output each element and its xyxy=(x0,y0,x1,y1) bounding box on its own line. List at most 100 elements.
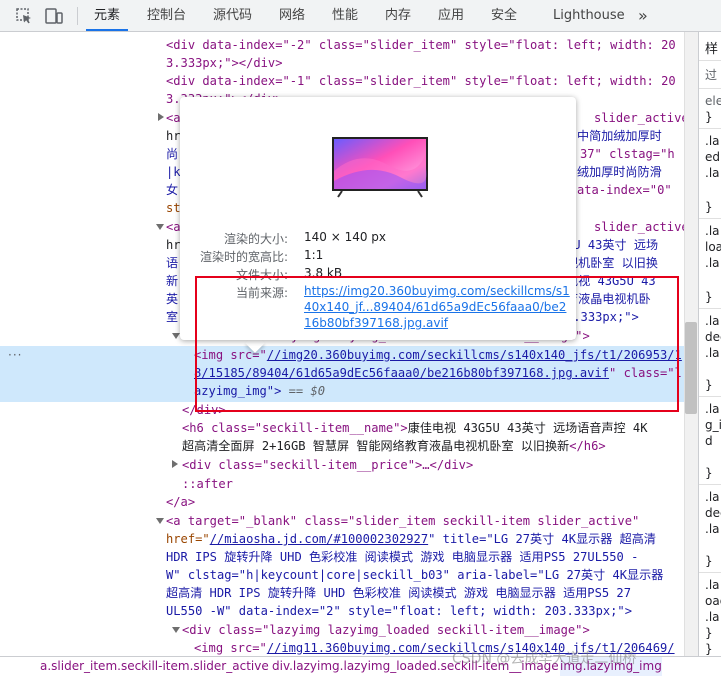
tab-memory[interactable]: 内存 xyxy=(385,0,411,31)
tab-console[interactable]: 控制台 xyxy=(147,0,186,31)
code-line[interactable]: st xyxy=(166,199,181,217)
code-line[interactable]: </a> xyxy=(166,493,195,511)
tab-application[interactable]: 应用 xyxy=(438,0,464,31)
style-rule-text: .la xyxy=(705,166,720,180)
style-rule-text: .la xyxy=(705,578,720,592)
inspect-element-icon[interactable] xyxy=(14,6,34,26)
code-line[interactable]: 中简加绒加厚时 xyxy=(577,127,662,145)
style-rule-text: .la xyxy=(705,402,720,416)
style-rule-text: } xyxy=(705,110,713,124)
collapse-triangle-icon[interactable] xyxy=(156,224,164,230)
style-rule-text: .la xyxy=(705,490,720,504)
rendered-size-value: 140 × 140 px xyxy=(304,230,387,244)
code-line[interactable]: <a xyxy=(166,109,181,127)
code-line[interactable]: 视机卧室 以旧换 xyxy=(566,254,658,272)
code-line[interactable]: 室 xyxy=(166,308,178,326)
node-actions-ellipsis[interactable]: ··· xyxy=(8,348,22,362)
code-line[interactable]: hr xyxy=(166,127,181,145)
styles-filter-input[interactable]: 过 xyxy=(705,66,717,83)
style-rule-text: .la xyxy=(705,522,720,536)
code-line[interactable]: UL550 -W" data-index="2" style="float: l… xyxy=(166,602,632,620)
style-rule-text: } xyxy=(705,378,713,392)
code-line[interactable]: 新 xyxy=(166,272,178,290)
divider xyxy=(699,572,721,573)
code-line[interactable]: 绒加厚时尚防滑 xyxy=(577,163,662,181)
divider xyxy=(699,308,721,309)
style-rule-text: .la xyxy=(705,134,720,148)
style-rule-text: } xyxy=(705,554,713,568)
tab-security[interactable]: 安全 xyxy=(491,0,517,31)
style-rule-text: .la xyxy=(705,224,720,238)
tab-styles[interactable]: 样 xyxy=(705,38,718,57)
code-token: <h6 class="seckill-item__name"> xyxy=(182,421,408,435)
tab-network[interactable]: 网络 xyxy=(279,0,305,31)
code-line[interactable]: <div data-index="-2" class="slider_item"… xyxy=(166,36,676,54)
style-rule-text: } xyxy=(705,290,713,304)
code-line[interactable]: <div class="seckill-item__price">…</div> xyxy=(182,456,473,474)
code-line[interactable]: W" clstag="h|keycount|core|seckill_b03" … xyxy=(166,566,663,584)
more-tabs-button[interactable]: » xyxy=(638,0,648,31)
breadcrumb-item[interactable]: a.slider_item.seckill-item.slider_active xyxy=(40,657,269,676)
code-line[interactable]: 女 xyxy=(166,181,178,199)
code-line[interactable]: hr xyxy=(166,236,181,254)
style-rule-text: oad xyxy=(705,594,721,608)
csdn-watermark: CSDN @去成华大道走二仙桥 xyxy=(452,651,637,667)
tv-thumbnail-image xyxy=(332,137,428,198)
code-line[interactable]: <h6 class="seckill-item__name">康佳电视 43G5… xyxy=(182,419,648,437)
style-rule-text: } xyxy=(705,200,713,214)
href-link[interactable]: //miaosha.jd.com/#100002302927 xyxy=(210,532,428,546)
code-token: <img src=" xyxy=(194,641,267,655)
code-line[interactable]: 超高清 HDR IPS 旋转升降 UHD 色彩校准 阅读模式 游戏 电脑显示器 … xyxy=(166,584,631,602)
style-rule-text: } xyxy=(705,626,713,640)
aspect-ratio-value: 1:1 xyxy=(304,248,324,262)
code-line[interactable]: <div class="lazyimg lazyimg_loaded secki… xyxy=(182,621,590,639)
style-rule-text: ele xyxy=(705,94,721,108)
code-line[interactable]: ata-index="0" xyxy=(577,181,672,199)
code-token: href=" xyxy=(166,532,210,546)
device-toolbar-icon[interactable] xyxy=(44,6,64,26)
tab-lighthouse[interactable]: Lighthouse xyxy=(553,0,625,31)
code-line[interactable]: 超高清全面屏 2+16GB 智慧屏 智能网络教育液晶电视机卧室 以旧换新</h6… xyxy=(182,437,606,455)
divider xyxy=(699,484,721,485)
code-line[interactable]: <a xyxy=(166,218,181,236)
code-line[interactable]: slider_active" xyxy=(594,218,684,236)
code-line[interactable]: href="//miaosha.jd.com/#100002302927" ti… xyxy=(166,530,656,548)
code-line[interactable]: ::after xyxy=(182,475,233,493)
code-line[interactable]: 尚 xyxy=(166,145,178,163)
code-token: " title="LG 27英寸 4K显示器 超高清 xyxy=(428,532,656,546)
code-line[interactable]: 5U 43英寸 远场 xyxy=(566,236,658,254)
style-rule-text: .la xyxy=(705,346,720,360)
aspect-ratio-label: 渲染时的宽高比: xyxy=(199,250,288,264)
tab-performance[interactable]: 性能 xyxy=(332,0,358,31)
code-line[interactable]: 3.333px;"></div> xyxy=(166,54,283,72)
code-line[interactable]: <a target="_blank" class="slider_item se… xyxy=(166,512,639,530)
tab-sources[interactable]: 源代码 xyxy=(213,0,252,31)
highlight-annotation-box xyxy=(195,276,679,412)
style-rule-text: } xyxy=(705,466,713,480)
expand-triangle-icon[interactable] xyxy=(158,113,164,121)
collapse-triangle-icon[interactable] xyxy=(172,333,180,339)
code-line[interactable]: 37" clstag="h xyxy=(580,145,675,163)
divider xyxy=(699,60,721,61)
styles-pane: 样 过 ele } .la ed .la } .la loa .la } .la… xyxy=(698,32,721,656)
code-line[interactable]: <div data-index="-1" class="slider_item"… xyxy=(166,72,676,90)
style-rule-text: g_i xyxy=(705,418,721,432)
code-token: 康佳电视 43G5U 43英寸 远场语音声控 4K xyxy=(407,421,648,435)
code-line[interactable]: 语 xyxy=(166,254,178,272)
code-line[interactable]: 英 xyxy=(166,290,178,308)
style-rule-text: dec xyxy=(705,330,721,344)
collapse-triangle-icon[interactable] xyxy=(156,518,164,524)
style-rule-text: dec xyxy=(705,506,721,520)
collapse-triangle-icon[interactable] xyxy=(172,627,180,633)
style-rule-text: .la xyxy=(705,610,720,624)
style-rule-text: .la xyxy=(705,314,720,328)
code-line[interactable]: |k xyxy=(166,163,181,181)
code-line[interactable]: HDR IPS 旋转升降 UHD 色彩校准 阅读模式 游戏 电脑显示器 适用PS… xyxy=(166,548,638,566)
tab-elements[interactable]: 元素 xyxy=(85,0,129,31)
style-rule-text: } xyxy=(705,642,713,656)
style-rule-text: d xyxy=(705,434,713,448)
scrollbar-thumb[interactable] xyxy=(685,322,697,414)
code-line[interactable]: slider_active" xyxy=(594,109,684,127)
toolbar-divider xyxy=(77,7,78,25)
expand-triangle-icon[interactable] xyxy=(172,460,178,468)
